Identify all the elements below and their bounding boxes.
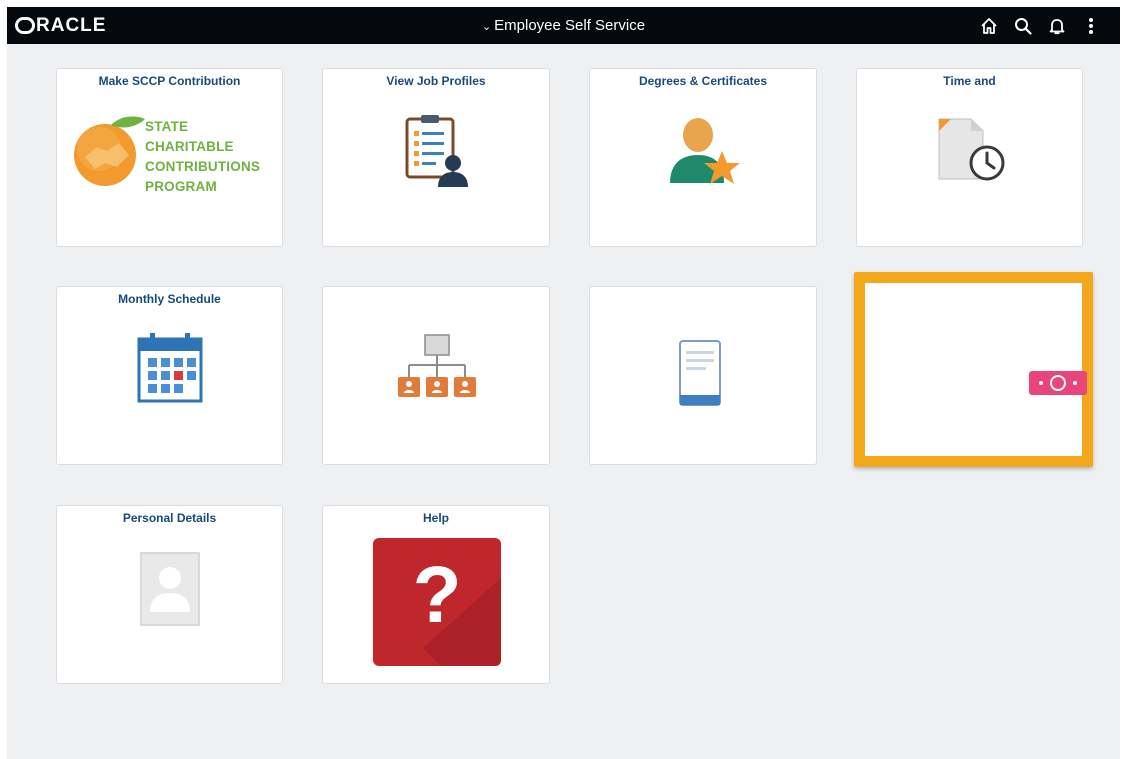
tile-degrees-certificates[interactable]: Degrees & Certificates [589, 68, 817, 247]
sccp-line: CHARITABLE [145, 139, 234, 154]
help-question-icon: ? [373, 538, 501, 666]
sccp-line: STATE [145, 119, 189, 134]
home-icon [981, 18, 997, 34]
money-icon [1029, 371, 1087, 395]
tile-title: Help [422, 511, 449, 525]
peach-handshake-icon [74, 116, 145, 186]
tile-monthly-schedule[interactable]: Monthly Schedule [56, 286, 283, 465]
tile-title: Personal Details [122, 511, 217, 525]
tile-title: Monthly Schedule [118, 292, 221, 306]
tile-make-sccp-contribution[interactable]: Make SCCP Contribution STATE CHARITABLE … [56, 68, 283, 247]
search-icon [1015, 18, 1032, 35]
tile-org-chart[interactable] [322, 286, 550, 465]
tile-title: Degrees & Certificates [638, 74, 768, 88]
tile-help[interactable]: Help ? [322, 505, 550, 684]
tile-title: Make SCCP Contribution [98, 74, 241, 88]
timesheet-clock-icon [938, 118, 1005, 181]
document-icon [679, 340, 721, 406]
notifications-button[interactable] [1040, 13, 1074, 39]
sccp-line: CONTRIBUTIONS [145, 159, 261, 174]
page-title-dropdown[interactable]: ⌄ Employee Self Service [7, 17, 1120, 34]
tile-view-job-profiles[interactable]: View Job Profiles [322, 68, 550, 247]
profile-placeholder-icon [140, 552, 200, 626]
app-window: RACLE ⌄ Employee Self Service Make SCCP … [7, 7, 1120, 759]
tile-title: Time and [943, 74, 996, 88]
tile-time-and-absence[interactable]: Time and [856, 68, 1083, 247]
home-button[interactable] [972, 13, 1006, 39]
tile-personal-details[interactable]: Personal Details [56, 505, 283, 684]
calendar-icon [137, 333, 203, 403]
top-nav-bar: RACLE ⌄ Employee Self Service [7, 7, 1120, 44]
job-profile-clipboard-icon [405, 115, 468, 187]
chevron-down-icon: ⌄ [481, 21, 492, 33]
tile-payroll-selected[interactable] [854, 272, 1093, 467]
kebab-menu-icon [1089, 18, 1093, 34]
sccp-line: PROGRAM [145, 179, 217, 194]
search-button[interactable] [1006, 13, 1040, 39]
sccp-program-text: STATE CHARITABLE CONTRIBUTIONS PROGRAM [145, 117, 260, 197]
person-star-icon [670, 118, 740, 184]
tile-title: View Job Profiles [386, 74, 486, 88]
page-title: Employee Self Service [494, 17, 646, 34]
bell-icon [1049, 19, 1065, 35]
org-chart-icon [398, 334, 476, 397]
tile-documents[interactable] [589, 286, 817, 465]
header-actions [972, 13, 1108, 39]
actions-menu-button[interactable] [1074, 13, 1108, 39]
svg-text:?: ? [413, 550, 462, 639]
